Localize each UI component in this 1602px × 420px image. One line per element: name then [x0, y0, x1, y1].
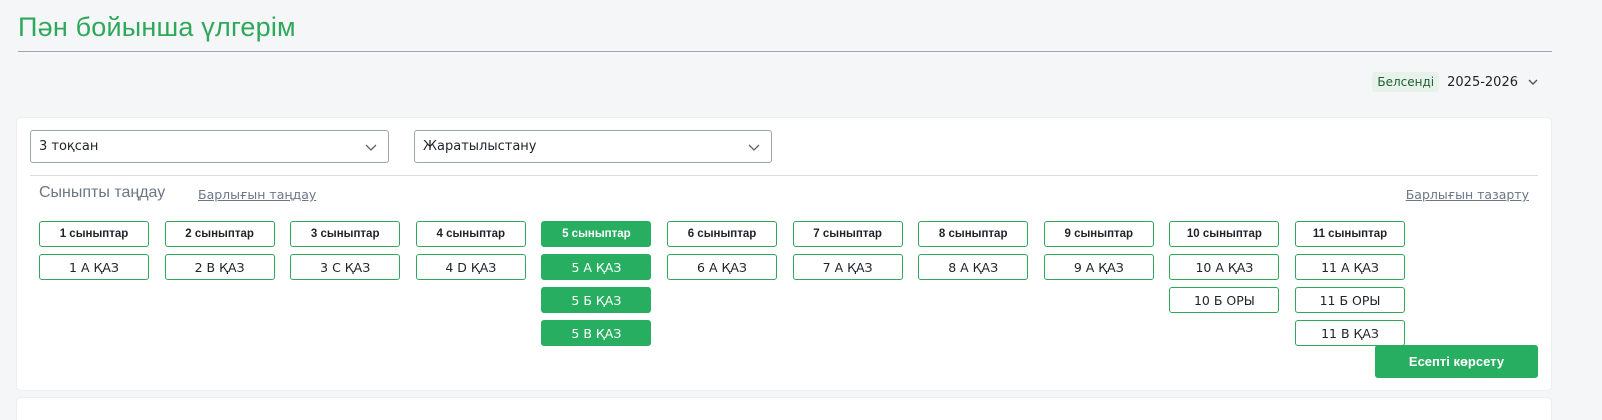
- chevron-down-icon[interactable]: [364, 140, 378, 154]
- class-group-column: 2 сыныптар 2 В ҚАЗ: [164, 221, 275, 287]
- class-toggle-button[interactable]: 9 А ҚАЗ: [1043, 254, 1154, 280]
- class-toggle-button[interactable]: 3 С ҚАЗ: [290, 254, 401, 280]
- title-divider: [18, 51, 1552, 52]
- chevron-down-icon[interactable]: [747, 140, 761, 154]
- class-group-column: 4 сыныптар 4 D ҚАЗ: [415, 221, 526, 287]
- grade-toggle-button[interactable]: 7 сыныптар: [792, 221, 903, 247]
- clear-all-link[interactable]: Барлығын тазарту: [1406, 187, 1529, 202]
- class-toggle-button[interactable]: 4 D ҚАЗ: [415, 254, 526, 280]
- section-divider: [30, 175, 1538, 176]
- select-all-link[interactable]: Барлығын таңдау: [198, 187, 316, 202]
- grade-toggle-button[interactable]: 3 сыныптар: [290, 221, 401, 247]
- class-group-column: 8 сыныптар 8 А ҚАЗ: [918, 221, 1029, 287]
- grade-toggle-button[interactable]: 1 сыныптар: [39, 221, 149, 247]
- class-toggle-button[interactable]: 5 В ҚАЗ: [541, 320, 652, 346]
- class-group-column: 5 сыныптар 5 А ҚАЗ 5 Б ҚАЗ 5 В ҚАЗ: [541, 221, 652, 353]
- class-toggle-button[interactable]: 7 А ҚАЗ: [792, 254, 903, 280]
- class-selection-heading: Сыныпты таңдау: [39, 184, 166, 201]
- academic-year-selector[interactable]: Белсенді 2025-2026: [1372, 72, 1540, 92]
- class-group-column: 1 сыныптар 1 А ҚАЗ: [39, 221, 149, 287]
- class-toggle-button[interactable]: 11 Б ОРЫ: [1295, 287, 1405, 313]
- status-badge: Белсенді: [1372, 72, 1440, 92]
- subject-select-value: Жаратылыстану: [423, 139, 537, 154]
- class-group-column: 9 сыныптар 9 А ҚАЗ: [1043, 221, 1154, 287]
- class-group-column: 7 сыныптар 7 А ҚАЗ: [792, 221, 903, 287]
- class-toggle-button[interactable]: 6 А ҚАЗ: [667, 254, 777, 280]
- class-group-column: 10 сыныптар 10 А ҚАЗ 10 Б ОРЫ: [1169, 221, 1280, 320]
- class-toggle-button[interactable]: 11 В ҚАЗ: [1295, 320, 1405, 346]
- grade-toggle-button[interactable]: 8 сыныптар: [918, 221, 1029, 247]
- quarter-select[interactable]: 3 тоқсан: [30, 130, 389, 163]
- chevron-down-icon[interactable]: [1526, 75, 1540, 89]
- class-group-column: 3 сыныптар 3 С ҚАЗ: [290, 221, 401, 287]
- show-report-button[interactable]: Есепті көрсету: [1375, 345, 1538, 378]
- grade-toggle-button[interactable]: 10 сыныптар: [1169, 221, 1280, 247]
- subject-select[interactable]: Жаратылыстану: [414, 130, 772, 163]
- class-toggle-button[interactable]: 5 А ҚАЗ: [541, 254, 652, 280]
- grade-toggle-button[interactable]: 5 сыныптар: [541, 221, 652, 247]
- class-toggle-button[interactable]: 10 А ҚАЗ: [1169, 254, 1280, 280]
- class-toggle-button[interactable]: 1 А ҚАЗ: [39, 254, 149, 280]
- filter-card: 3 тоқсан Жаратылыстану Сыныпты таңдау Ба…: [17, 118, 1551, 390]
- class-toggle-button[interactable]: 10 Б ОРЫ: [1169, 287, 1280, 313]
- class-group-column: 6 сыныптар 6 А ҚАЗ: [667, 221, 777, 287]
- page-title: Пән бойынша үлгерім: [18, 12, 296, 42]
- grade-toggle-button[interactable]: 11 сыныптар: [1295, 221, 1405, 247]
- class-toggle-button[interactable]: 2 В ҚАЗ: [164, 254, 275, 280]
- class-group-column: 11 сыныптар 11 А ҚАЗ 11 Б ОРЫ 11 В ҚАЗ: [1295, 221, 1405, 353]
- class-toggle-button[interactable]: 8 А ҚАЗ: [918, 254, 1029, 280]
- grade-toggle-button[interactable]: 4 сыныптар: [415, 221, 526, 247]
- grade-toggle-button[interactable]: 9 сыныптар: [1043, 221, 1154, 247]
- academic-year-value[interactable]: 2025-2026: [1447, 75, 1518, 90]
- class-toggle-button[interactable]: 11 А ҚАЗ: [1295, 254, 1405, 280]
- quarter-select-value: 3 тоқсан: [39, 139, 99, 154]
- class-toggle-button[interactable]: 5 Б ҚАЗ: [541, 287, 652, 313]
- grade-toggle-button[interactable]: 2 сыныптар: [164, 221, 275, 247]
- results-card: [17, 398, 1551, 420]
- grade-toggle-button[interactable]: 6 сыныптар: [667, 221, 777, 247]
